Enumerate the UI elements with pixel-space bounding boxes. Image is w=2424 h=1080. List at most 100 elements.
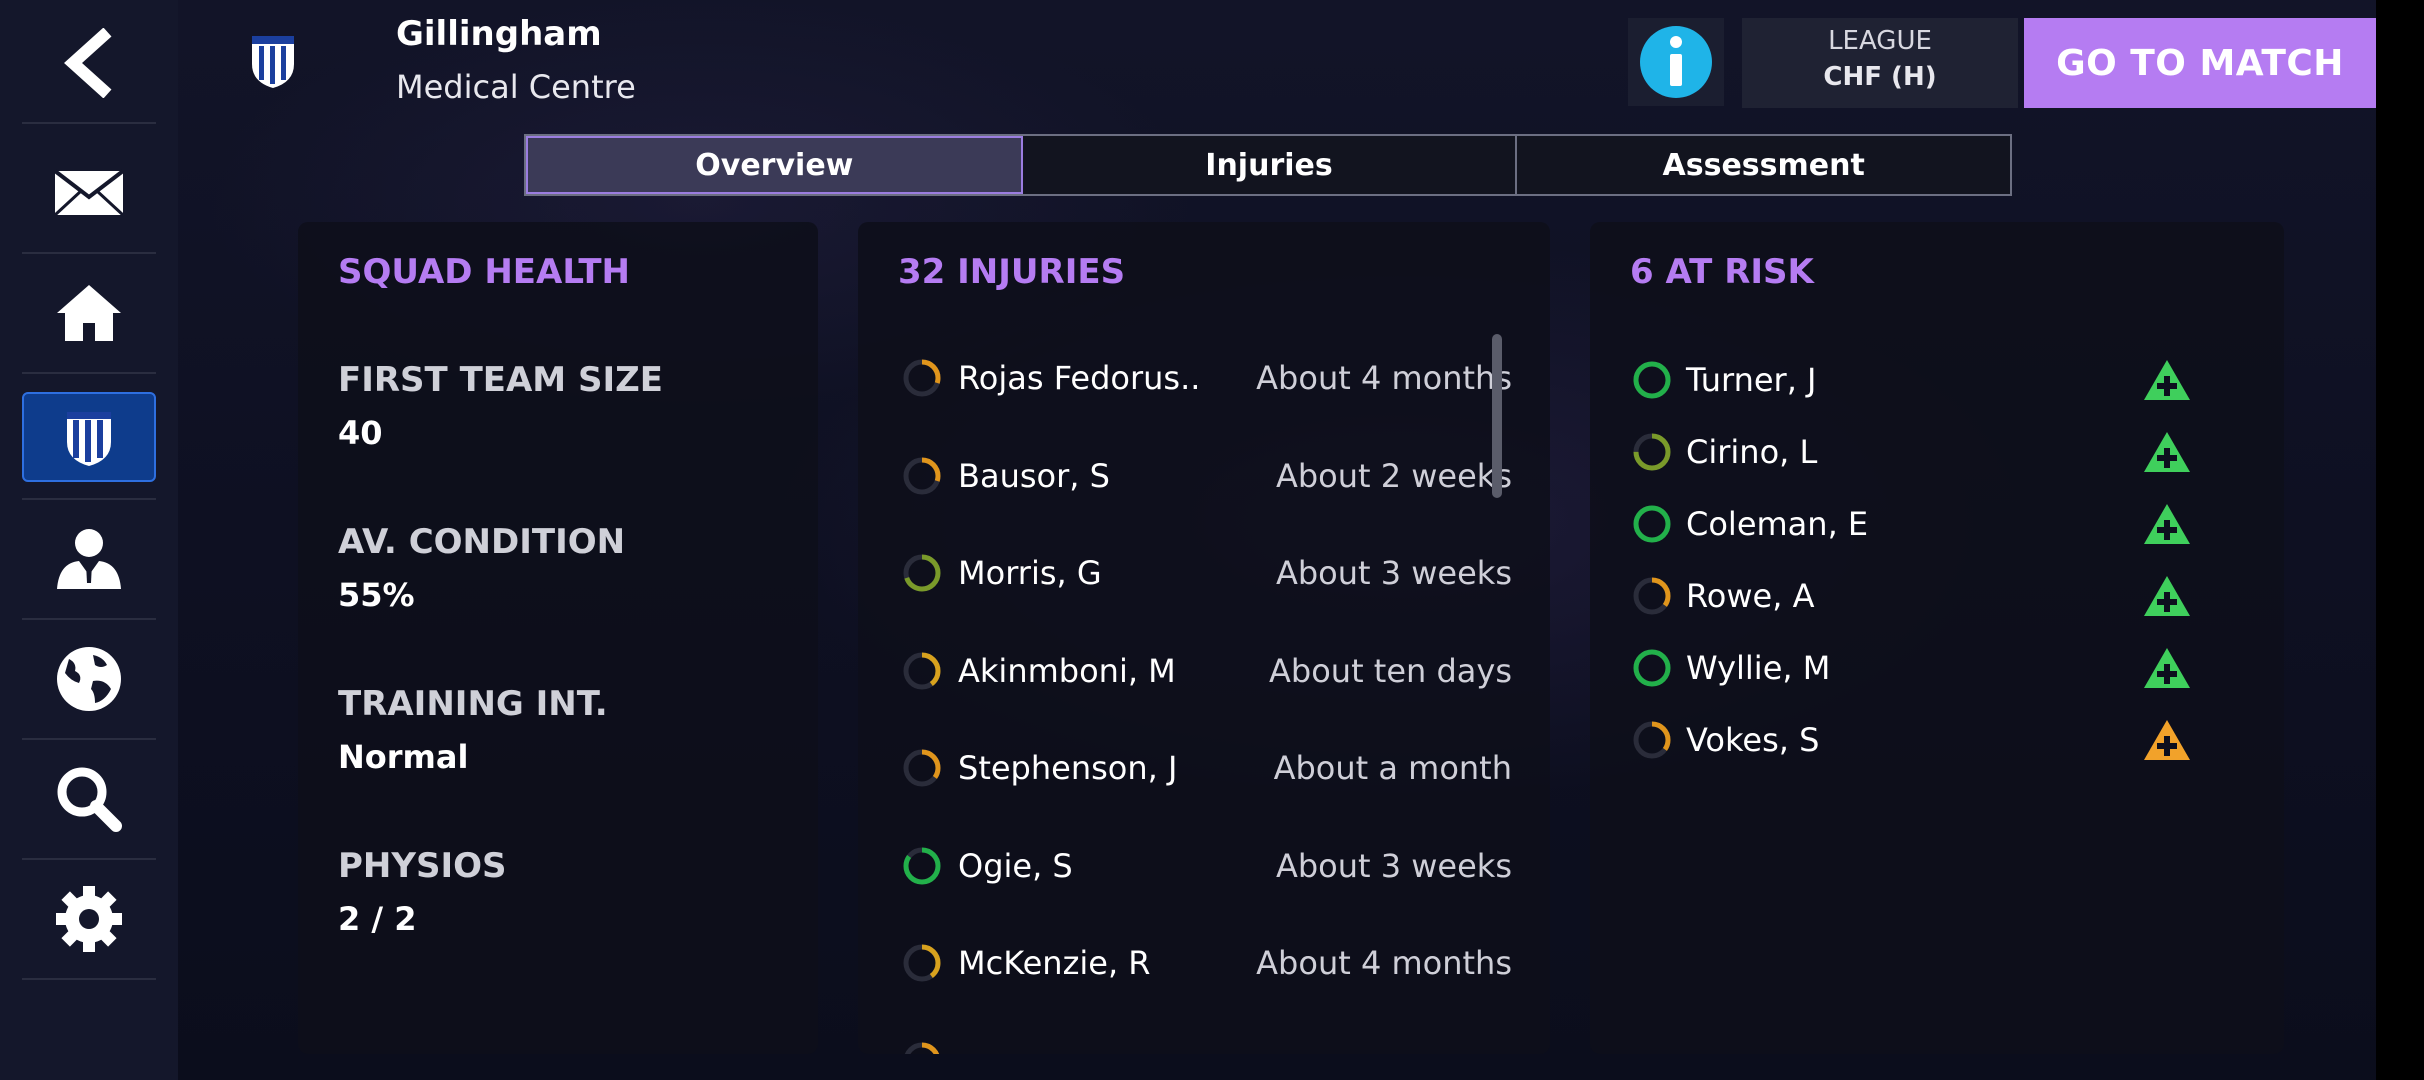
- injury-duration: About 2 weeks: [1275, 456, 1512, 495]
- tab-assessment[interactable]: Assessment: [1517, 136, 2011, 194]
- condition-ring-icon: [1633, 433, 1671, 471]
- stat-value: 55%: [338, 576, 415, 614]
- player-name: Vokes, S: [1686, 721, 1820, 759]
- injuries-panel: 32 INJURIES Rojas Fedorus.. About 4 month…: [858, 222, 1550, 1054]
- at-risk-panel: 6 AT RISK Turner, J Cirino, L Coleman, E Ro…: [1590, 222, 2284, 1054]
- injury-risk-icon[interactable]: [2142, 718, 2192, 762]
- condition-ring-icon: [1633, 577, 1671, 615]
- sidebar-item-home[interactable]: [22, 254, 156, 374]
- at-risk-row[interactable]: Coleman, E: [1632, 496, 2192, 552]
- sidebar: [0, 0, 178, 1080]
- globe-icon: [57, 647, 121, 711]
- injury-duration: About 4 months: [1256, 359, 1512, 397]
- tab-bar: Overview Injuries Assessment: [524, 134, 2012, 196]
- player-name: Cirino, L: [1686, 433, 1818, 471]
- at-risk-row[interactable]: Turner, J: [1632, 352, 2192, 408]
- at-risk-row[interactable]: Cirino, L: [1632, 424, 2192, 480]
- tab-overview[interactable]: Overview: [526, 136, 1023, 194]
- at-risk-row[interactable]: Rowe, A: [1632, 568, 2192, 624]
- player-name: Stephenson, J: [958, 749, 1178, 787]
- condition-ring-icon: [903, 554, 941, 592]
- screen: Gillingham Medical Centre LEAGUE CHF (H)…: [0, 0, 2424, 1080]
- player-name: Wyllie, M: [1686, 649, 1831, 687]
- home-icon: [57, 285, 121, 341]
- sidebar-item-world[interactable]: [22, 620, 156, 740]
- player-name: Morris, G: [958, 554, 1102, 592]
- injury-risk-icon[interactable]: [2142, 358, 2192, 402]
- tab-injuries[interactable]: Injuries: [1022, 136, 1518, 194]
- injury-row[interactable]: Morris, G About 3 weeks: [902, 543, 1512, 603]
- info-button[interactable]: [1628, 18, 1724, 106]
- sidebar-item-club[interactable]: [22, 380, 156, 500]
- player-name: Rojas Fedorus..: [958, 359, 1201, 397]
- injury-row-partial[interactable]: [902, 1031, 1512, 1054]
- player-name: Akinmboni, M: [958, 651, 1176, 690]
- next-match-box: LEAGUE CHF (H): [1742, 18, 2018, 108]
- player-name: Bausor, S: [958, 456, 1110, 495]
- stat-value: 40: [338, 414, 383, 452]
- injury-duration: About ten days: [1269, 651, 1512, 690]
- player-name: Turner, J: [1686, 361, 1817, 399]
- injury-duration: About a month: [1273, 749, 1512, 787]
- injury-duration: About 3 weeks: [1275, 846, 1512, 885]
- stat-label: AV. CONDITION: [338, 522, 626, 562]
- injury-row[interactable]: McKenzie, R About 4 months: [902, 933, 1512, 993]
- condition-ring-icon: [903, 1042, 941, 1054]
- injury-row[interactable]: Stephenson, J About a month: [902, 738, 1512, 798]
- at-risk-row[interactable]: Wyllie, M: [1632, 640, 2192, 696]
- injuries-title: 32 INJURIES: [898, 252, 1126, 292]
- injury-row[interactable]: Ogie, S About 3 weeks: [902, 836, 1512, 896]
- stat-training-int: TRAINING INT. Normal: [338, 684, 608, 776]
- screen-edge: [2376, 0, 2424, 1080]
- player-name: McKenzie, R: [958, 944, 1151, 982]
- injury-duration: About 4 months: [1256, 944, 1512, 982]
- next-match-opponent: CHF (H): [1823, 62, 1937, 92]
- injury-row[interactable]: Akinmboni, M About ten days: [902, 641, 1512, 701]
- back-arrow-icon: [64, 28, 112, 98]
- squad-health-panel: SQUAD HEALTH FIRST TEAM SIZE 40 AV. COND…: [298, 222, 818, 1054]
- injury-row[interactable]: Rojas Fedorus.. About 4 months: [902, 348, 1512, 408]
- sidebar-item-staff[interactable]: [22, 500, 156, 620]
- condition-ring-icon: [903, 944, 941, 982]
- player-name: Coleman, E: [1686, 505, 1869, 543]
- stat-first-team-size: FIRST TEAM SIZE 40: [338, 360, 663, 452]
- gear-icon: [56, 886, 122, 952]
- mail-icon: [53, 169, 125, 217]
- sidebar-item-search[interactable]: [22, 740, 156, 860]
- injury-row[interactable]: Bausor, S About 2 weeks: [902, 446, 1512, 506]
- injury-duration: About 3 weeks: [1275, 554, 1512, 592]
- stat-av-condition: AV. CONDITION 55%: [338, 522, 625, 614]
- club-name: Gillingham: [396, 14, 602, 54]
- next-match-competition: LEAGUE: [1828, 26, 1932, 56]
- condition-ring-icon: [1633, 649, 1671, 687]
- club-crest-logo: [252, 36, 294, 88]
- condition-ring-icon: [903, 652, 941, 689]
- go-to-match-button[interactable]: GO TO MATCH: [2024, 18, 2376, 108]
- at-risk-row[interactable]: Vokes, S: [1632, 712, 2192, 768]
- condition-ring-icon: [1633, 505, 1671, 543]
- injury-risk-icon[interactable]: [2142, 574, 2192, 618]
- injury-risk-icon[interactable]: [2142, 502, 2192, 546]
- injury-risk-icon[interactable]: [2142, 646, 2192, 690]
- condition-ring-icon: [903, 749, 941, 787]
- condition-ring-icon: [903, 847, 941, 884]
- stat-label: FIRST TEAM SIZE: [338, 360, 663, 400]
- stat-label: TRAINING INT.: [338, 684, 608, 724]
- condition-ring-icon: [903, 359, 941, 397]
- back-button[interactable]: [22, 4, 156, 124]
- sidebar-item-settings[interactable]: [22, 860, 156, 980]
- condition-ring-icon: [1633, 361, 1671, 399]
- stat-physios: PHYSIOS 2 / 2: [338, 846, 507, 938]
- condition-ring-icon: [903, 457, 941, 494]
- condition-ring-icon: [1633, 721, 1671, 759]
- player-name: Ogie, S: [958, 846, 1073, 885]
- squad-health-title: SQUAD HEALTH: [338, 252, 631, 292]
- stat-value: 2 / 2: [338, 900, 417, 938]
- player-name: Rowe, A: [1686, 577, 1815, 615]
- manager-icon: [57, 529, 121, 589]
- injury-list-scrollbar[interactable]: [1492, 334, 1502, 498]
- injury-risk-icon[interactable]: [2142, 430, 2192, 474]
- stat-value: Normal: [338, 738, 469, 776]
- info-icon: [1640, 26, 1712, 98]
- sidebar-item-inbox[interactable]: [22, 134, 156, 254]
